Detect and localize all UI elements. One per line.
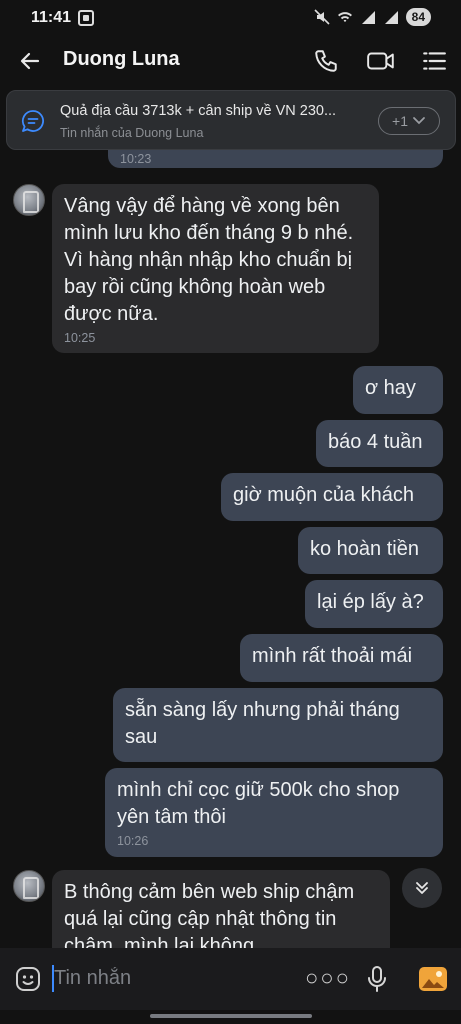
message-bubble-outgoing[interactable]: ơ hay <box>353 366 443 414</box>
message-text: mình rất thoải mái <box>252 645 413 667</box>
pinned-message-subtitle: Tin nhắn của Duong Luna <box>60 126 204 140</box>
status-time: 11:41 <box>31 9 72 26</box>
more-options-icon[interactable]: ○○○ <box>305 967 351 989</box>
message-bubble-outgoing[interactable]: báo 4 tuần <box>316 420 443 467</box>
message-list[interactable]: 10:23 Vâng vậy để hàng về xong bên mình … <box>0 150 461 948</box>
scroll-to-bottom-button[interactable] <box>402 868 442 908</box>
message-bubble-outgoing[interactable]: sẵn sàng lấy nhưng phải tháng sau <box>113 688 443 762</box>
battery-indicator: 84 <box>405 8 431 26</box>
message-text: sẵn sàng lấy nhưng phải tháng sau <box>125 699 400 748</box>
message-text: B thông cảm bên web ship chậm quá lại cũ… <box>64 881 355 948</box>
menu-list-icon[interactable] <box>421 48 447 74</box>
status-icons: 84 <box>314 8 431 26</box>
pinned-more-button[interactable]: +1 <box>378 107 440 135</box>
emoji-icon[interactable] <box>14 965 42 993</box>
message-bubble-outgoing[interactable]: lại ép lấy à? <box>305 580 443 628</box>
message-text: báo 4 tuần <box>328 431 423 453</box>
message-bubble-outgoing[interactable]: mình chỉ cọc giữ 500k cho shop yên tâm t… <box>105 768 443 857</box>
message-text: ko hoàn tiền <box>310 538 419 560</box>
message-bubble-outgoing[interactable]: giờ muộn của khách <box>221 473 443 521</box>
wifi-icon <box>337 12 352 22</box>
gallery-image-icon[interactable] <box>418 965 448 993</box>
back-arrow-icon[interactable] <box>18 49 42 73</box>
message-text: Vâng vậy để hàng về xong bên mình lưu kh… <box>64 195 354 325</box>
message-time: 10:23 <box>120 152 152 166</box>
contact-name[interactable]: Duong Luna <box>63 48 180 71</box>
pinned-message-text: Quả địa cầu 3713k + cân ship về VN 230..… <box>60 103 337 119</box>
message-time: 10:26 <box>117 834 149 848</box>
phone-icon[interactable] <box>313 48 339 74</box>
avatar[interactable] <box>13 870 45 902</box>
microphone-icon[interactable] <box>366 965 388 993</box>
status-bar: 11:41 84 <box>0 0 461 38</box>
signal-icon <box>361 11 375 24</box>
chat-bubble-icon <box>21 110 44 132</box>
mute-icon <box>314 9 330 25</box>
message-text: lại ép lấy à? <box>317 591 424 613</box>
video-call-icon[interactable] <box>366 48 396 74</box>
message-bubble-outgoing[interactable]: mình rất thoải mái <box>240 634 443 682</box>
avatar[interactable] <box>13 184 45 216</box>
message-bubble-incoming[interactable]: B thông cảm bên web ship chậm quá lại cũ… <box>52 870 390 948</box>
chat-header: Duong Luna <box>0 38 461 84</box>
message-text: ơ hay <box>365 377 416 399</box>
message-bubble-outgoing[interactable]: ko hoàn tiền <box>298 527 443 574</box>
message-text: giờ muộn của khách <box>233 484 414 506</box>
message-time: 10:25 <box>64 331 96 345</box>
gesture-nav-bar[interactable] <box>150 1014 312 1018</box>
double-chevron-down-icon <box>416 882 428 894</box>
signal-icon-2 <box>384 11 398 24</box>
chevron-down-icon <box>413 117 425 125</box>
pinned-more-label: +1 <box>392 113 408 129</box>
pinned-message-banner[interactable]: Quả địa cầu 3713k + cân ship về VN 230..… <box>6 90 456 150</box>
message-bubble-outgoing[interactable]: 10:23 <box>108 150 443 168</box>
message-input[interactable] <box>54 962 294 994</box>
message-bubble-incoming[interactable]: Vâng vậy để hàng về xong bên mình lưu kh… <box>52 184 379 353</box>
message-text: mình chỉ cọc giữ 500k cho shop yên tâm t… <box>117 779 400 828</box>
screen-record-icon <box>78 10 94 26</box>
message-composer: ○○○ <box>0 948 461 1010</box>
